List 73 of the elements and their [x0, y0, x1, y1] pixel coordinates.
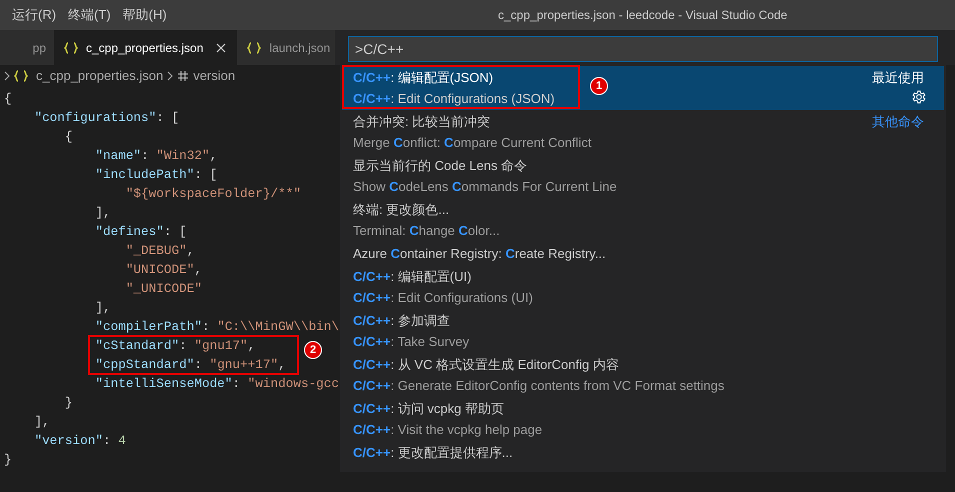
hash-icon: [177, 70, 190, 82]
code-line: "name": "Win32",: [94, 147, 218, 165]
command-label: C/C++: 编辑配置(UI): [353, 268, 472, 286]
callout-number: 2: [304, 341, 322, 359]
editor-tab[interactable]: c_cpp_properties.json: [54, 30, 238, 65]
code-line: }: [64, 394, 73, 412]
command-detail: C/C++: Edit Configurations (JSON): [353, 90, 555, 108]
command-detail: C/C++: Take Survey: [353, 333, 470, 351]
tab-label: pp: [32, 40, 46, 56]
command-item[interactable]: C/C++: 编辑配置(UI) C/C++: Edit Configurations (UI): [342, 265, 944, 309]
command-item[interactable]: C/C++: 更改配置提供程序...: [342, 441, 944, 464]
command-item[interactable]: 显示当前行的 Code Lens 命令 Show CodeLens Commands For Current Line: [342, 154, 944, 198]
settings-icon[interactable]: [912, 90, 926, 104]
command-tag: 最近使用: [872, 68, 924, 88]
command-label: Azure Container Registry: Create Registry...: [353, 245, 606, 263]
callout-number: 1: [590, 77, 608, 95]
command-item[interactable]: C/C++: 访问 vcpkg 帮助页 C/C++: Visit the vcpkg help page: [342, 397, 944, 441]
menu-item[interactable]: 运行(R): [12, 5, 56, 25]
command-label: C/C++: 访问 vcpkg 帮助页: [353, 400, 504, 418]
command-item[interactable]: C/C++: 编辑配置(JSON) C/C++: Edit Configurations (JSON) 最近使用 1: [342, 66, 944, 110]
chevron-icon: [167, 71, 174, 81]
command-item[interactable]: C/C++: 参加调查 C/C++: Take Survey: [342, 309, 944, 353]
code-line: "configurations": [: [33, 109, 180, 127]
code-line: {: [4, 90, 12, 108]
editor-tab[interactable]: launch.json: [237, 30, 336, 65]
code-line: "_DEBUG",: [124, 242, 194, 260]
command-detail: C/C++: Generate EditorConfig contents from VC Format settings: [353, 377, 724, 395]
tab-label: launch.json: [269, 40, 330, 56]
command-input[interactable]: >C/C++: [348, 36, 938, 62]
code-line: "includePath": [: [94, 166, 218, 184]
code-line: "_UNICODE": [124, 280, 202, 298]
code-line: "intelliSenseMode": "windows-gcc: [94, 375, 340, 393]
breadcrumb-item[interactable]: c_cpp_properties.json: [36, 66, 164, 86]
menu-item[interactable]: 终端(T): [68, 5, 111, 25]
menu-item[interactable]: 帮助(H): [122, 5, 167, 25]
code-line: ],: [94, 299, 111, 317]
command-detail: Terminal: Change Color...: [353, 222, 500, 240]
command-detail: C/C++: Visit the vcpkg help page: [353, 421, 542, 439]
command-label: C/C++: 参加调查: [353, 312, 450, 330]
command-label: C/C++: 更改配置提供程序...: [353, 444, 513, 462]
command-item[interactable]: 合并冲突: 比较当前冲突 Merge Conflict: Compare Current Conflict 其他命令: [342, 110, 944, 154]
command-label: C/C++: 编辑配置(JSON): [353, 69, 494, 87]
code-line: "defines": [: [94, 223, 187, 241]
command-detail: C/C++: Edit Configurations (UI): [353, 289, 533, 307]
json-braces-icon: [64, 42, 78, 54]
code-line: "${workspaceFolder}/**": [124, 185, 301, 203]
command-detail: Show CodeLens Commands For Current Line: [353, 178, 617, 196]
code-line: {: [64, 128, 73, 146]
breadcrumb-item[interactable]: version: [193, 66, 236, 86]
command-detail: Merge Conflict: Compare Current Conflict: [353, 134, 592, 152]
command-label: 显示当前行的 Code Lens 命令: [353, 157, 528, 175]
json-braces-icon: [247, 42, 262, 54]
json-braces-icon: [14, 70, 28, 82]
code-line: ],: [33, 413, 50, 431]
code-line: "compilerPath": "C:\\MinGW\\bin\: [94, 318, 340, 336]
command-item[interactable]: C/C++: 从 VC 格式设置生成 EditorConfig 内容 C/C++: Generate EditorConfig contents from VC Format settings: [342, 353, 944, 397]
command-label: 终端: 更改颜色...: [353, 201, 450, 219]
close-icon[interactable]: [215, 42, 228, 54]
editor-tab[interactable]: pp: [0, 30, 54, 65]
code-line: "cppStandard": "gnu++17",: [94, 356, 286, 374]
code-line: }: [4, 451, 12, 469]
tab-label: c_cpp_properties.json: [86, 40, 204, 56]
code-line: "cStandard": "gnu17",: [94, 337, 256, 355]
command-label: 合并冲突: 比较当前冲突: [353, 113, 490, 131]
command-item[interactable]: 终端: 更改颜色... Terminal: Change Color...: [342, 198, 944, 242]
command-label: C/C++: 从 VC 格式设置生成 EditorConfig 内容: [353, 356, 619, 374]
command-tag: 其他命令: [872, 112, 924, 132]
code-line: ],: [94, 204, 111, 222]
command-item[interactable]: Azure Container Registry: Create Registry...: [342, 242, 944, 265]
chevron-icon: [4, 71, 10, 81]
window-title: c_cpp_properties.json - leedcode - Visual Studio Code: [498, 7, 788, 24]
code-line: "UNICODE",: [124, 261, 202, 279]
code-line: "version": 4: [33, 432, 126, 450]
